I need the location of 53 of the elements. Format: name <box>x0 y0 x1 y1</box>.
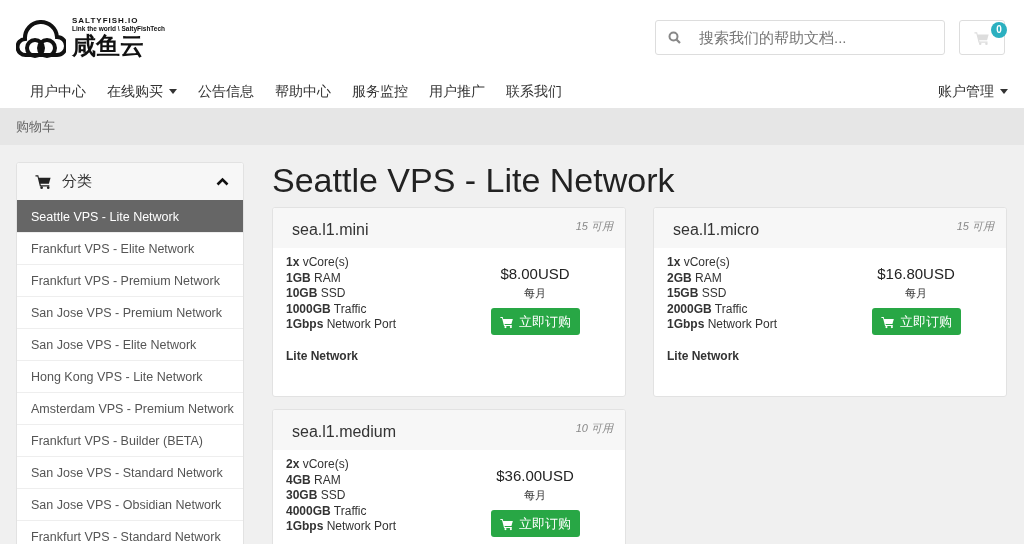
network-label: Lite Network <box>667 348 739 365</box>
nav-link[interactable]: 公告信息 <box>198 82 254 101</box>
search-icon <box>668 31 681 44</box>
search-field[interactable]: 搜索我们的帮助文档... <box>655 20 945 55</box>
spec-line: 1x vCore(s) <box>286 255 350 271</box>
spec-line: 2GB RAM <box>667 270 723 287</box>
billing-cycle: 每月 <box>905 286 927 302</box>
stock-label: 15 可用 <box>575 219 613 235</box>
spec-line: 1Gbps Network Port <box>286 317 398 333</box>
spec-line: 1000GB Traffic <box>286 301 368 318</box>
billing-cycle: 每月 <box>524 286 546 302</box>
page-title: Seattle VPS - Lite Network <box>272 162 676 200</box>
category-item[interactable]: Frankfurt VPS - Standard Network <box>17 520 243 544</box>
nav-link[interactable]: 用户推广 <box>429 82 485 101</box>
spec-line: 10GB SSD <box>286 286 347 302</box>
billing-cycle: 每月 <box>524 488 546 504</box>
category-item[interactable]: Seattle VPS - Lite Network <box>17 200 243 232</box>
spec-line: 1GB RAM <box>286 270 342 287</box>
cart-icon <box>499 516 514 531</box>
account-menu[interactable]: 账户管理 <box>938 82 1008 101</box>
logo-brand: 咸鱼云 <box>72 34 144 59</box>
price: $36.00USD <box>496 467 574 485</box>
cart-icon <box>499 314 514 329</box>
nav-link[interactable]: 帮助中心 <box>275 82 331 101</box>
price: $16.80USD <box>877 265 955 283</box>
cart-icon <box>35 173 52 190</box>
product-name: sea.l1.medium <box>292 423 397 442</box>
product-name: sea.l1.micro <box>673 221 760 240</box>
product-name: sea.l1.mini <box>292 221 369 240</box>
nav-link[interactable]: 在线购买 <box>107 82 177 101</box>
spec-line: 2x vCore(s) <box>286 457 350 473</box>
cart-icon <box>880 314 895 329</box>
nav-link[interactable]: 服务监控 <box>352 82 408 101</box>
spec-line: 1Gbps Network Port <box>286 519 398 535</box>
spec-line: 15GB SSD <box>667 286 728 302</box>
price: $8.00USD <box>500 265 570 283</box>
spec-line: 1x vCore(s) <box>667 255 731 271</box>
stock-label: 15 可用 <box>956 219 994 235</box>
panel-title: 分类 <box>62 172 93 191</box>
nav-link[interactable]: 用户中心 <box>30 82 86 101</box>
network-label: Lite Network <box>286 348 358 365</box>
spec-line: 4000GB Traffic <box>286 503 368 520</box>
spec-line: 30GB SSD <box>286 488 347 504</box>
spec-line: 2000GB Traffic <box>667 301 749 318</box>
cart-icon <box>974 29 990 46</box>
logo-name: SALTYFISH.IO <box>72 16 140 25</box>
spec-line: 1Gbps Network Port <box>667 317 779 333</box>
breadcrumb[interactable]: 购物车 <box>16 117 55 136</box>
nav-link[interactable]: 联系我们 <box>506 82 562 101</box>
stock-label: 10 可用 <box>575 421 613 437</box>
cart-count-badge: 0 <box>991 22 1007 38</box>
chevron-icon[interactable] <box>216 177 229 186</box>
spec-line: 4GB RAM <box>286 472 342 489</box>
